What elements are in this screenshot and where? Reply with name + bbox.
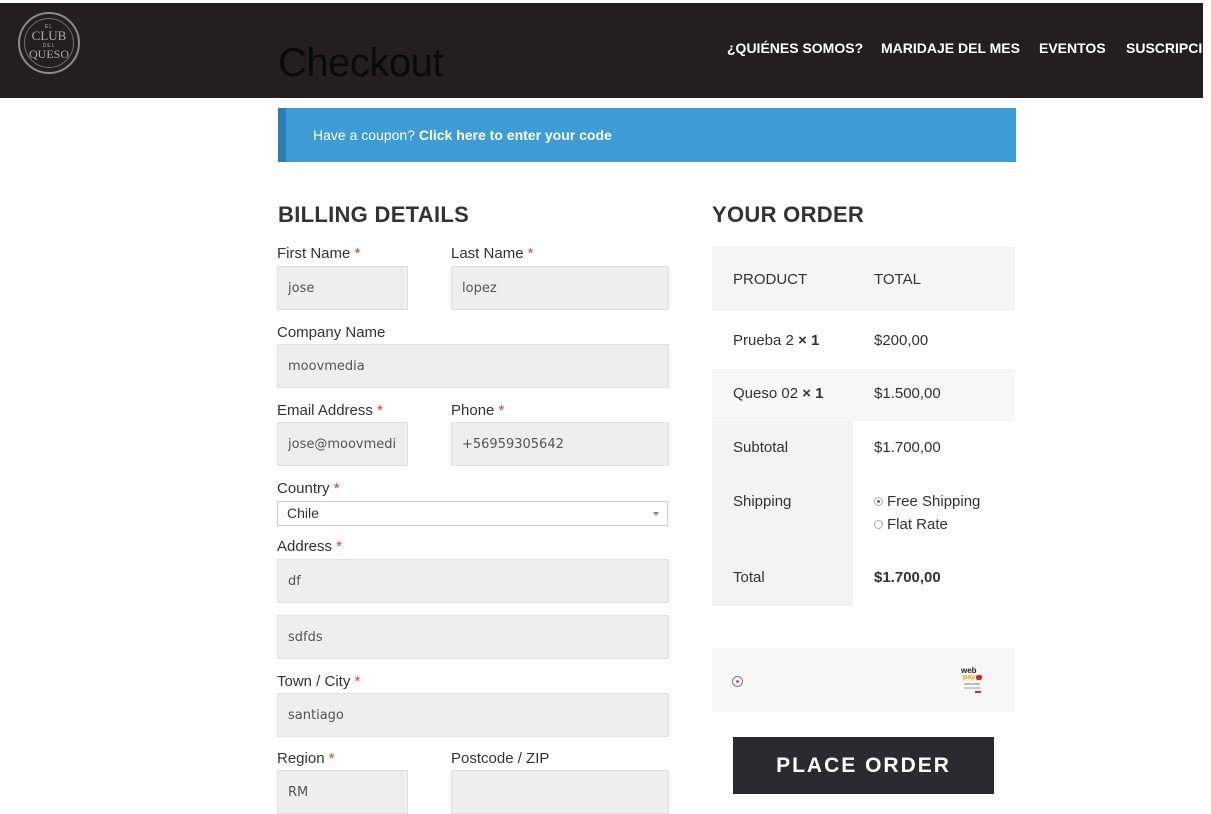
country-select[interactable]: Chile bbox=[277, 501, 668, 526]
coupon-text: Have a coupon? bbox=[313, 127, 419, 143]
city-label-text: Town / City bbox=[277, 673, 351, 690]
radio-checked-icon[interactable] bbox=[874, 496, 883, 506]
subtotal-value: $1.700,00 bbox=[874, 439, 941, 456]
coupon-link[interactable]: Click here to enter your code bbox=[419, 127, 612, 143]
phone-input[interactable] bbox=[451, 422, 669, 466]
order-item-total: $1.500,00 bbox=[874, 385, 941, 402]
email-input[interactable] bbox=[277, 422, 408, 466]
company-label: Company Name bbox=[277, 324, 386, 341]
club-queso-logo[interactable]: EL CLUB DEL QUESO bbox=[18, 12, 80, 74]
logo-text-club: CLUB bbox=[31, 28, 67, 43]
webpay-logo-mark bbox=[976, 675, 982, 680]
order-item-name: Queso 02 × 1 bbox=[733, 385, 824, 402]
required-mark: * bbox=[328, 750, 335, 767]
required-mark: * bbox=[336, 538, 343, 555]
order-heading: YOUR ORDER bbox=[712, 202, 865, 227]
shipping-option-free[interactable]: Free Shipping bbox=[874, 493, 980, 510]
address-line2-input[interactable] bbox=[277, 615, 669, 659]
country-selected-value: Chile bbox=[287, 505, 319, 521]
nav-suscripcion[interactable]: SUSCRIPCIÓN bbox=[1126, 40, 1203, 56]
shipping-label: Shipping bbox=[733, 493, 792, 510]
address-label: Address * bbox=[277, 538, 342, 555]
payment-method-radio[interactable] bbox=[732, 676, 743, 687]
address-label-text: Address bbox=[277, 538, 333, 555]
city-label: Town / City * bbox=[277, 673, 360, 690]
first-name-label-text: First Name bbox=[277, 245, 351, 262]
address-line1-input[interactable] bbox=[277, 559, 669, 603]
place-order-button[interactable]: PLACE ORDER bbox=[733, 737, 994, 794]
postcode-label: Postcode / ZIP bbox=[451, 750, 550, 767]
last-name-label-text: Last Name bbox=[451, 245, 524, 262]
header-right-edge bbox=[1203, 0, 1211, 98]
company-input[interactable] bbox=[277, 344, 669, 388]
required-mark: * bbox=[333, 480, 340, 497]
webpay-logo: web pay bbox=[961, 667, 983, 695]
phone-label-text: Phone bbox=[451, 402, 495, 419]
last-name-input[interactable] bbox=[451, 266, 669, 310]
webpay-logo-line bbox=[964, 687, 980, 689]
required-mark: * bbox=[354, 673, 361, 690]
billing-heading: BILLING DETAILS bbox=[278, 202, 470, 227]
required-mark: * bbox=[354, 245, 361, 262]
region-label: Region * bbox=[277, 750, 335, 767]
postcode-input[interactable] bbox=[451, 770, 669, 814]
required-mark: * bbox=[498, 402, 505, 419]
order-item-qty: × 1 bbox=[798, 332, 820, 349]
order-item-total: $200,00 bbox=[874, 332, 929, 349]
chevron-down-icon bbox=[653, 512, 659, 516]
total-label: Total bbox=[733, 569, 765, 586]
webpay-logo-line bbox=[975, 691, 981, 693]
page-title: Checkout bbox=[278, 41, 443, 85]
email-label-text: Email Address bbox=[277, 402, 373, 419]
radio-unchecked-icon[interactable] bbox=[874, 519, 883, 529]
first-name-input[interactable] bbox=[277, 266, 408, 310]
subtotal-label: Subtotal bbox=[733, 439, 789, 456]
order-item-name: Prueba 2 × 1 bbox=[733, 332, 819, 349]
nav-maridaje-del-mes[interactable]: MARIDAJE DEL MES bbox=[881, 40, 1020, 56]
first-name-label: First Name * bbox=[277, 245, 360, 262]
region-label-text: Region bbox=[277, 750, 325, 767]
shipping-option-label: Flat Rate bbox=[887, 516, 948, 533]
country-label-text: Country bbox=[277, 480, 330, 497]
shipping-option-flat[interactable]: Flat Rate bbox=[874, 516, 948, 533]
order-item-name-text: Queso 02 bbox=[733, 385, 799, 402]
header-top-border bbox=[0, 0, 1211, 3]
nav-suscripcion-clip: SUSCRIPCIÓN bbox=[1126, 40, 1203, 60]
shipping-option-label: Free Shipping bbox=[887, 493, 981, 510]
required-mark: * bbox=[377, 402, 383, 419]
order-review-table: PRODUCT TOTAL Prueba 2 × 1 $200,00 Queso… bbox=[712, 247, 1015, 606]
order-item-name-text: Prueba 2 bbox=[733, 332, 794, 349]
col-product-header: PRODUCT bbox=[733, 271, 808, 288]
order-item-qty: × 1 bbox=[802, 385, 824, 402]
total-value: $1.700,00 bbox=[874, 569, 941, 586]
email-label: Email Address * bbox=[277, 402, 383, 419]
country-label: Country * bbox=[277, 480, 340, 497]
col-total-header: TOTAL bbox=[874, 271, 921, 288]
nav-quienes-somos[interactable]: ¿QUIÉNES SOMOS? bbox=[727, 40, 863, 56]
site-header bbox=[0, 0, 1211, 98]
city-input[interactable] bbox=[277, 693, 669, 737]
logo-text-queso: QUESO bbox=[28, 47, 69, 61]
region-input[interactable] bbox=[277, 770, 408, 814]
nav-eventos[interactable]: EVENTOS bbox=[1039, 40, 1106, 56]
coupon-notice: Have a coupon? Click here to enter your … bbox=[278, 108, 1016, 162]
last-name-label: Last Name * bbox=[451, 245, 534, 262]
required-mark: * bbox=[527, 245, 534, 262]
phone-label: Phone * bbox=[451, 402, 504, 419]
webpay-logo-line bbox=[964, 683, 980, 685]
